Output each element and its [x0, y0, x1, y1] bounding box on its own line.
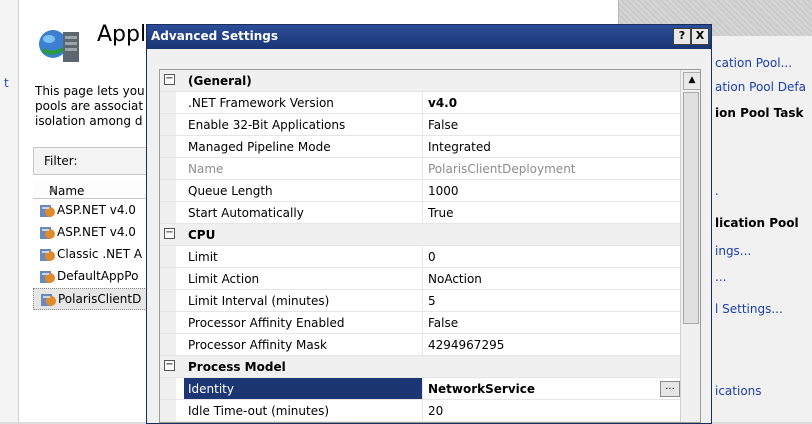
property-name: Name — [188, 162, 224, 176]
dialog-title-bar[interactable]: Advanced Settings ? X — [147, 25, 711, 49]
property-row[interactable]: Limit Action NoAction — [160, 268, 680, 290]
property-name: Limit Action — [188, 272, 260, 286]
property-value[interactable]: 4294967295 — [428, 338, 504, 352]
property-name: Start Automatically — [188, 206, 304, 220]
property-value[interactable]: False — [428, 118, 458, 132]
action-item[interactable]: . — [715, 184, 719, 198]
property-name: Managed Pipeline Mode — [188, 140, 331, 154]
category-cpu[interactable]: − CPU — [160, 224, 680, 246]
close-button[interactable]: X — [691, 28, 709, 45]
advanced-settings-dialog: Advanced Settings ? X − (General) .NET F… — [146, 24, 712, 424]
collapse-icon[interactable]: − — [164, 74, 175, 85]
property-value[interactable]: 1000 — [428, 184, 459, 198]
property-row[interactable]: Limit Interval (minutes) 5 — [160, 290, 680, 312]
actions-section-edit-pool: lication Pool — [715, 216, 799, 230]
property-row[interactable]: Processor Affinity Mask 4294967295 — [160, 334, 680, 356]
category-general[interactable]: − (General) — [160, 70, 680, 92]
page-title: Appli — [97, 22, 153, 47]
property-name: Enable 32-Bit Applications — [188, 118, 346, 132]
vertical-scrollbar[interactable]: ▲ — [680, 70, 700, 422]
left-navigation-strip: t — [0, 0, 19, 422]
property-name: Queue Length — [188, 184, 273, 198]
scrollbar-thumb[interactable] — [683, 92, 699, 324]
action-basic-settings[interactable]: ings... — [715, 244, 751, 258]
list-item[interactable]: ASP.NET v4.0 — [33, 200, 163, 222]
property-name: Processor Affinity Enabled — [188, 316, 345, 330]
application-pools-icon — [39, 30, 79, 62]
property-row[interactable]: Managed Pipeline Mode Integrated — [160, 136, 680, 158]
list-item-label: ASP.NET v4.0 — [57, 225, 136, 239]
list-item-selected[interactable]: PolarisClientD — [33, 288, 163, 310]
collapse-icon[interactable]: − — [164, 360, 175, 371]
property-value[interactable]: 20 — [428, 404, 443, 418]
property-row[interactable]: Processor Affinity Enabled False — [160, 312, 680, 334]
property-row[interactable]: Enable 32-Bit Applications False — [160, 114, 680, 136]
description-line: isolation among d — [35, 114, 143, 128]
action-advanced-settings[interactable]: l Settings... — [715, 302, 783, 316]
app-pool-icon — [40, 249, 55, 261]
property-value[interactable]: 5 — [428, 294, 436, 308]
property-name: Idle Time-out (minutes) — [188, 404, 330, 418]
property-value[interactable]: 0 — [428, 250, 436, 264]
category-label: CPU — [188, 228, 216, 242]
property-value[interactable]: NoAction — [428, 272, 482, 286]
property-name: Limit — [188, 250, 218, 264]
property-value[interactable]: True — [428, 206, 454, 220]
page-description: This page lets you pools are associat is… — [35, 84, 155, 129]
property-grid: − (General) .NET Framework Version v4.0 E… — [159, 69, 701, 423]
action-view-applications[interactable]: ications — [715, 384, 762, 398]
property-row-selected[interactable]: Identity NetworkService... — [160, 378, 680, 400]
filter-label: Filter: — [44, 154, 78, 168]
ellipsis-button[interactable]: ... — [660, 381, 680, 397]
sort-ascending-icon: ▲ — [49, 184, 56, 194]
property-row[interactable]: Idle Time-out (minutes) 20 — [160, 400, 680, 422]
category-process-model[interactable]: − Process Model — [160, 356, 680, 378]
app-pool-icon — [40, 271, 55, 283]
property-row[interactable]: Queue Length 1000 — [160, 180, 680, 202]
app-pool-icon — [40, 205, 55, 217]
property-name: Identity — [188, 382, 234, 396]
list-item-label: PolarisClientD — [58, 292, 142, 306]
app-pool-icon — [41, 294, 56, 306]
property-value[interactable]: v4.0 — [428, 96, 457, 110]
property-value[interactable]: NetworkService — [428, 382, 535, 396]
property-name: Processor Affinity Mask — [188, 338, 327, 352]
list-item-label: Classic .NET A — [57, 247, 143, 261]
list-item[interactable]: ASP.NET v4.0 — [33, 222, 163, 244]
property-value[interactable]: False — [428, 316, 458, 330]
property-value: PolarisClientDeployment — [428, 162, 576, 176]
property-value[interactable]: Integrated — [428, 140, 491, 154]
list-item[interactable]: Classic .NET A — [33, 244, 163, 266]
collapse-icon[interactable]: − — [164, 228, 175, 239]
name-column-header[interactable]: Name ▲ — [33, 180, 163, 199]
property-name: .NET Framework Version — [188, 96, 334, 110]
app-pool-list: ASP.NET v4.0 ASP.NET v4.0 Classic .NET A… — [33, 200, 163, 310]
description-line: pools are associat — [35, 99, 144, 113]
help-button[interactable]: ? — [673, 28, 691, 45]
description-line: This page lets you — [35, 84, 145, 98]
left-strip-text: t — [4, 76, 9, 90]
property-row[interactable]: Limit 0 — [160, 246, 680, 268]
property-row[interactable]: Name PolarisClientDeployment — [160, 158, 680, 180]
dialog-title: Advanced Settings — [151, 29, 279, 43]
app-pool-icon — [40, 227, 55, 239]
list-item-label: DefaultAppPo — [57, 269, 139, 283]
list-item-label: ASP.NET v4.0 — [57, 203, 136, 217]
property-name: Limit Interval (minutes) — [188, 294, 330, 308]
property-row[interactable]: Start Automatically True — [160, 202, 680, 224]
scroll-up-icon[interactable]: ▲ — [683, 72, 700, 90]
action-add-application-pool[interactable]: cation Pool... — [715, 56, 792, 70]
actions-section-pool-tasks: ion Pool Task — [715, 106, 804, 120]
category-label: Process Model — [188, 360, 286, 374]
property-row[interactable]: .NET Framework Version v4.0 — [160, 92, 680, 114]
category-label: (General) — [188, 74, 252, 88]
action-set-pool-defaults[interactable]: ation Pool Defa — [715, 80, 806, 94]
list-item[interactable]: DefaultAppPo — [33, 266, 163, 288]
action-recycling[interactable]: ... — [715, 270, 726, 284]
